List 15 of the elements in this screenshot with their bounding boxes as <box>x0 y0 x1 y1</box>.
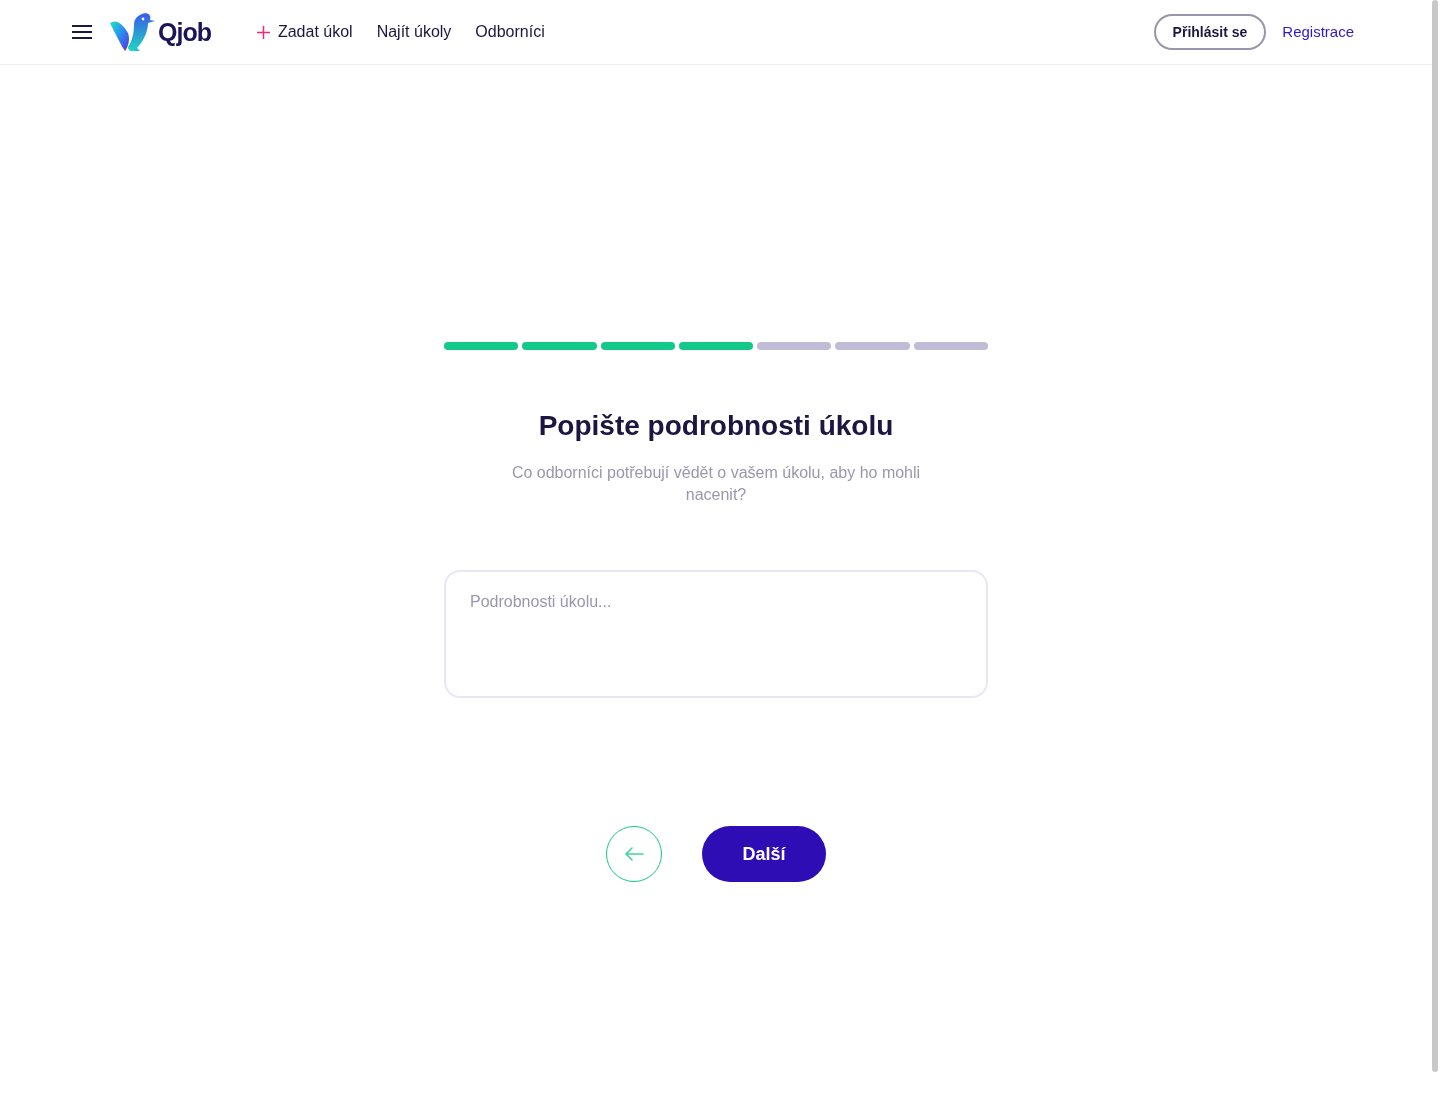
brand-link[interactable]: Qjob <box>158 19 211 45</box>
nav-link[interactable]: Odborníci <box>475 20 545 44</box>
register-link[interactable]: Registrace <box>1282 20 1354 44</box>
page-title: Popište podrobnosti úkolu <box>538 409 894 443</box>
login-button[interactable]: Přihlásit se <box>1153 14 1267 50</box>
bird-logo-icon[interactable] <box>110 11 156 53</box>
scrollbar-thumb[interactable] <box>1432 0 1438 1072</box>
subtitle-text: Co odborníci potřebují vědět o vašem úkolu, aby ho mohli nacenit? <box>510 463 922 505</box>
next-button[interactable]: Další <box>702 826 826 882</box>
menu-icon[interactable] <box>72 25 92 39</box>
nav-link[interactable]: Najít úkoly <box>376 20 452 44</box>
arrow-left-icon <box>624 847 644 861</box>
details-textarea[interactable]: Podrobnosti úkolu... <box>444 570 988 698</box>
add-task-link[interactable]: Zadat úkol <box>256 20 353 44</box>
plus-icon <box>256 25 270 39</box>
